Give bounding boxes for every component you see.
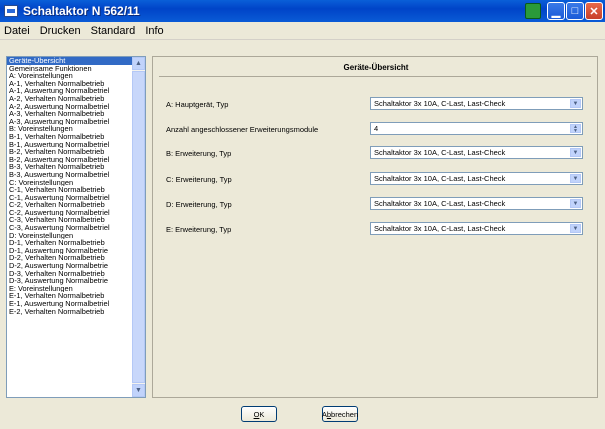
list-item[interactable]: C-3, Auswertung Normalbetriel	[7, 224, 133, 232]
list-item[interactable]: C-2, Auswertung Normalbetriel	[7, 209, 133, 217]
list-item[interactable]: D-3, Auswertung Normalbetrie	[7, 277, 133, 285]
extension-b-type-value: Schaltaktor 3x 10A, C-Last, Last-Check	[374, 148, 506, 157]
list-item[interactable]: B-2, Verhalten Normalbetrieb	[7, 148, 133, 156]
list-item[interactable]: D-1, Auswertung Normalbetrie	[7, 247, 133, 255]
list-item[interactable]: B-3, Verhalten Normalbetrieb	[7, 163, 133, 171]
list-item[interactable]: A-3, Verhalten Normalbetrieb	[7, 110, 133, 118]
close-button[interactable]: ✕	[585, 2, 603, 20]
main-device-type-value: Schaltaktor 3x 10A, C-Last, Last-Check	[374, 99, 506, 108]
chevron-down-icon[interactable]: ▼	[570, 174, 581, 183]
cancel-button[interactable]: Ab brechen	[322, 406, 358, 422]
main-device-type-select[interactable]: Schaltaktor 3x 10A, C-Last, Last-Check ▼	[370, 97, 583, 110]
list-item[interactable]: A-2, Auswertung Normalbetriel	[7, 103, 133, 111]
close-icon: ✕	[589, 5, 599, 18]
list-item[interactable]: C: Voreinstellungen	[7, 179, 133, 187]
extension-c-type-select[interactable]: Schaltaktor 3x 10A, C-Last, Last-Check ▼	[370, 172, 583, 185]
list-item[interactable]: B-3, Auswertung Normalbetriel	[7, 171, 133, 179]
list-scrollbar[interactable]: ▲ ▼	[132, 57, 145, 397]
list-item[interactable]: B-1, Auswertung Normalbetriel	[7, 141, 133, 149]
chevron-down-icon[interactable]: ▼	[570, 224, 581, 233]
scroll-up-button[interactable]: ▲	[132, 57, 145, 70]
minimize-button[interactable]: ▁	[547, 2, 565, 20]
minimize-icon: ▁	[551, 5, 561, 18]
module-count-value: 4	[374, 124, 379, 133]
list-item[interactable]: A: Voreinstellungen	[7, 72, 133, 80]
list-item[interactable]: A-3, Auswertung Normalbetriel	[7, 118, 133, 126]
list-item[interactable]: B: Voreinstellungen	[7, 125, 133, 133]
ok-label-suffix: K	[259, 409, 265, 419]
extension-c-type-value: Schaltaktor 3x 10A, C-Last, Last-Check	[374, 174, 506, 183]
chevron-down-icon: ▼	[135, 387, 142, 394]
extension-e-type-value: Schaltaktor 3x 10A, C-Last, Last-Check	[374, 224, 506, 233]
list-item[interactable]: C-1, Auswertung Normalbetriel	[7, 194, 133, 202]
row-label-main-device-type: A: Hauptgerät, Typ	[166, 100, 229, 109]
list-item[interactable]: A-1, Verhalten Normalbetrieb	[7, 80, 133, 88]
settings-panel: Geräte-Übersicht A: Hauptgerät, Typ Scha…	[152, 56, 598, 398]
spin-arrows-icon[interactable]: ▲ ▼	[570, 124, 581, 133]
menu-info[interactable]: Info	[141, 25, 169, 37]
list-item[interactable]: Gemeinsame Funktionen	[7, 65, 133, 73]
row-label-extension-c-type: C: Erweiterung, Typ	[166, 175, 232, 184]
list-item[interactable]: E: Voreinstellungen	[7, 285, 133, 293]
parameter-page-list[interactable]: Geräte-Übersicht Gemeinsame Funktionen A: …	[6, 56, 146, 398]
panel-title: Geräte-Übersicht	[343, 63, 409, 72]
row-label-extension-d-type: D: Erweiterung, Typ	[166, 200, 232, 209]
list-item[interactable]: A-1, Auswertung Normalbetriel	[7, 87, 133, 95]
list-item[interactable]: B-1, Verhalten Normalbetrieb	[7, 133, 133, 141]
extension-e-type-select[interactable]: Schaltaktor 3x 10A, C-Last, Last-Check ▼	[370, 222, 583, 235]
menu-drucken[interactable]: Drucken	[36, 25, 87, 37]
list-item[interactable]: C-3, Verhalten Normalbetrieb	[7, 216, 133, 224]
maximize-button[interactable]: □	[566, 2, 584, 20]
window-title: Schaltaktor N 562/11	[23, 4, 140, 18]
list-items-container: Geräte-Übersicht Gemeinsame Funktionen A: …	[7, 57, 133, 315]
list-item[interactable]: D-1, Verhalten Normalbetrieb	[7, 239, 133, 247]
list-item[interactable]: B-2, Auswertung Normalbetriel	[7, 156, 133, 164]
list-item[interactable]: E-1, Verhalten Normalbetrieb	[7, 292, 133, 300]
cancel-label-suffix: brechen	[331, 409, 359, 419]
row-label-module-count: Anzahl angeschlossener Erweiterungsmodul…	[166, 125, 319, 134]
scroll-down-button[interactable]: ▼	[132, 384, 145, 397]
app-icon[interactable]	[4, 5, 18, 17]
list-item[interactable]: D-2, Verhalten Normalbetrieb	[7, 254, 133, 262]
list-item[interactable]: E-2, Verhalten Normalbetrieb	[7, 308, 133, 316]
extension-b-type-select[interactable]: Schaltaktor 3x 10A, C-Last, Last-Check ▼	[370, 146, 583, 159]
row-label-extension-b-type: B: Erweiterung, Typ	[166, 149, 232, 158]
menu-standard[interactable]: Standard	[87, 25, 142, 37]
scroll-thumb[interactable]	[132, 71, 145, 383]
tray-status-icon[interactable]	[525, 3, 541, 19]
menu-bar: Datei Drucken Standard Info	[0, 22, 605, 40]
maximize-icon: □	[571, 5, 579, 17]
panel-divider	[159, 76, 591, 77]
list-item[interactable]: C-2, Verhalten Normalbetrieb	[7, 201, 133, 209]
list-item[interactable]: Geräte-Übersicht	[7, 57, 133, 65]
title-bar[interactable]: Schaltaktor N 562/11 ▁ □ ✕	[0, 0, 605, 22]
module-count-spinbox[interactable]: 4 ▲ ▼	[370, 122, 583, 135]
chevron-up-icon: ▲	[135, 60, 142, 67]
list-item[interactable]: D-3, Verhalten Normalbetrieb	[7, 270, 133, 278]
menu-datei[interactable]: Datei	[0, 25, 36, 37]
chevron-down-icon[interactable]: ▼	[570, 99, 581, 108]
list-item[interactable]: D: Voreinstellungen	[7, 232, 133, 240]
list-item[interactable]: C-1, Verhalten Normalbetrieb	[7, 186, 133, 194]
chevron-down-icon[interactable]: ▼	[570, 148, 581, 157]
extension-d-type-select[interactable]: Schaltaktor 3x 10A, C-Last, Last-Check ▼	[370, 197, 583, 210]
ok-button[interactable]: OK	[241, 406, 277, 422]
list-item[interactable]: A-2, Verhalten Normalbetrieb	[7, 95, 133, 103]
row-label-extension-e-type: E: Erweiterung, Typ	[166, 225, 232, 234]
list-item[interactable]: D-2, Auswertung Normalbetrie	[7, 262, 133, 270]
extension-d-type-value: Schaltaktor 3x 10A, C-Last, Last-Check	[374, 199, 506, 208]
list-item[interactable]: E-1, Auswertung Normalbetriel	[7, 300, 133, 308]
chevron-down-icon[interactable]: ▼	[570, 199, 581, 208]
